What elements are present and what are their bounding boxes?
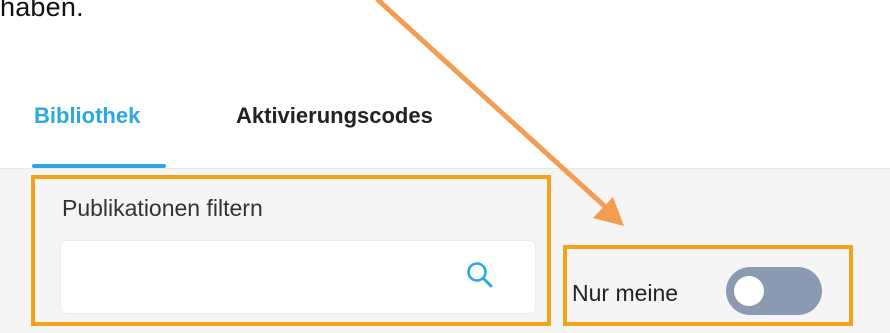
- filter-label: Publikationen filtern: [62, 195, 263, 221]
- tab-bar: Bibliothek Aktivierungscodes: [0, 0, 890, 170]
- search-input[interactable]: [73, 255, 457, 301]
- tab-bibliothek[interactable]: Bibliothek: [34, 103, 140, 129]
- tab-aktivierungscodes[interactable]: Aktivierungscodes: [236, 103, 433, 129]
- only-mine-label: Nur meine: [572, 280, 679, 306]
- only-mine-toggle[interactable]: [726, 267, 822, 315]
- toggle-knob: [734, 276, 764, 306]
- search-icon[interactable]: [465, 260, 495, 290]
